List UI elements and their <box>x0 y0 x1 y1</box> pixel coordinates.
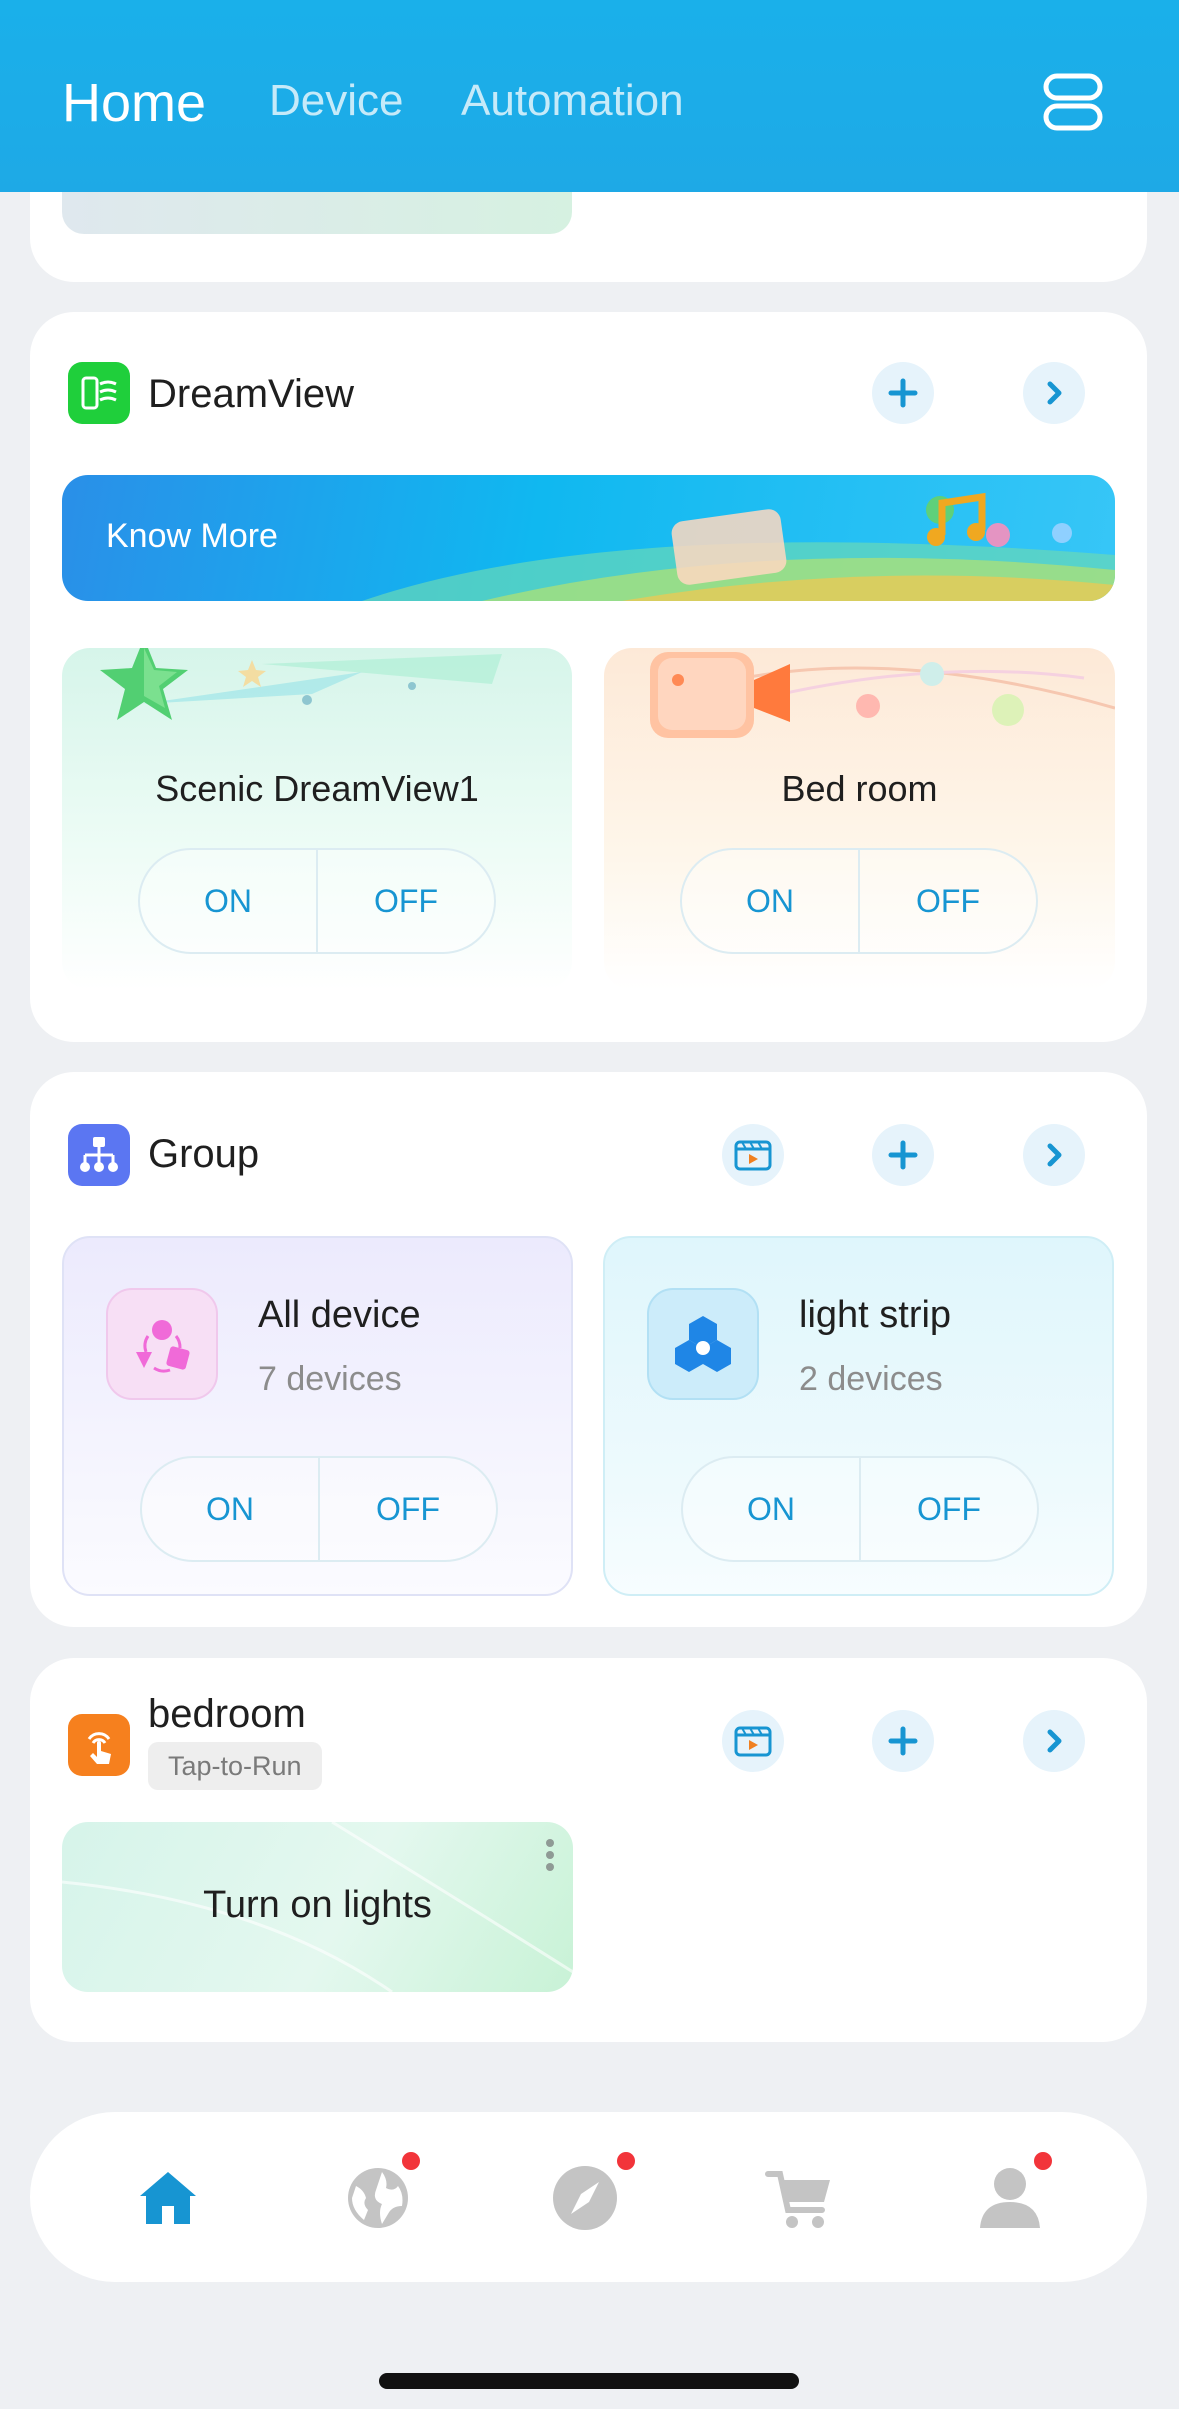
cart-icon[interactable] <box>764 2162 836 2234</box>
compass-icon[interactable] <box>549 2162 621 2234</box>
camera-icon <box>650 652 1115 738</box>
group-title: Group <box>148 1132 260 1176</box>
scene-tile-partial[interactable] <box>62 192 572 234</box>
video-clip-icon <box>734 1140 772 1171</box>
chevron-right-icon <box>1047 1143 1062 1167</box>
tab-automation[interactable]: Automation <box>461 76 684 126</box>
video-clip-icon <box>734 1726 772 1757</box>
layout-toggle-icon[interactable] <box>1041 70 1105 134</box>
notification-dot <box>617 2152 635 2170</box>
notification-dot <box>402 2152 420 2170</box>
scene-name: Turn on lights <box>203 1884 432 1926</box>
profile-icon[interactable] <box>974 2162 1046 2234</box>
add-group-button[interactable] <box>872 1124 934 1186</box>
group-tile[interactable]: All device 7 devices ON OFF <box>62 1236 573 1596</box>
off-button[interactable]: OFF <box>320 1458 496 1560</box>
chevron-right-icon <box>1047 1729 1062 1753</box>
group-name: light strip <box>799 1294 952 1336</box>
group-tile[interactable]: light strip 2 devices ON OFF <box>603 1236 1114 1596</box>
dreamview-tile-name: Bed room <box>781 768 938 809</box>
add-scene-button[interactable] <box>872 1710 934 1772</box>
tap-to-run-badge: Tap-to-Run <box>148 1742 322 1790</box>
banner-label: Know More <box>106 517 278 555</box>
group-video-button[interactable] <box>722 1124 784 1186</box>
tab-device[interactable]: Device <box>269 76 404 126</box>
home-indicator <box>379 2373 799 2389</box>
group-onoff-switch: ON OFF <box>681 1456 1039 1562</box>
group-more-button[interactable] <box>1023 1124 1085 1186</box>
top-header: Home Device Automation <box>0 0 1179 192</box>
scrolled-card <box>30 192 1147 282</box>
add-dreamview-button[interactable] <box>872 362 934 424</box>
group-card: Group All device 7 devices ON OFF light … <box>30 1072 1147 1627</box>
device-count: 7 devices <box>258 1360 402 1398</box>
on-button[interactable]: ON <box>140 850 318 952</box>
on-button[interactable]: ON <box>682 850 860 952</box>
chevron-right-icon <box>1047 381 1062 405</box>
home-icon[interactable] <box>132 2162 204 2234</box>
on-button[interactable]: ON <box>683 1458 861 1560</box>
on-button[interactable]: ON <box>142 1458 320 1560</box>
tap-to-run-icon <box>68 1714 130 1776</box>
off-button[interactable]: OFF <box>860 850 1036 952</box>
all-device-icon <box>106 1288 218 1400</box>
off-button[interactable]: OFF <box>318 850 494 952</box>
plus-icon <box>888 378 918 408</box>
dreamview-card: DreamView Know More Scenic DreamView1 ON… <box>30 312 1147 1042</box>
bedroom-more-button[interactable] <box>1023 1710 1085 1772</box>
tab-home[interactable]: Home <box>62 72 206 134</box>
scene-tile[interactable]: Turn on lights <box>62 1822 573 1992</box>
more-options-icon[interactable] <box>545 1838 555 1872</box>
plus-icon <box>888 1726 918 1756</box>
star-icon <box>100 648 502 720</box>
plus-icon <box>888 1140 918 1170</box>
group-onoff-switch: ON OFF <box>140 1456 498 1562</box>
dreamview-tile[interactable]: Bed room ON OFF <box>604 648 1115 990</box>
dreamview-onoff-switch: ON OFF <box>138 848 496 954</box>
globe-icon[interactable] <box>342 2162 414 2234</box>
notification-dot <box>1034 2152 1052 2170</box>
off-button[interactable]: OFF <box>861 1458 1037 1560</box>
dreamview-more-button[interactable] <box>1023 362 1085 424</box>
light-strip-icon <box>647 1288 759 1400</box>
bedroom-video-button[interactable] <box>722 1710 784 1772</box>
know-more-banner[interactable]: Know More <box>62 475 1115 601</box>
dreamview-tile-name: Scenic DreamView1 <box>155 768 479 809</box>
group-icon <box>68 1124 130 1186</box>
bottom-nav <box>30 2112 1147 2282</box>
dreamview-title: DreamView <box>148 372 354 416</box>
dreamview-onoff-switch: ON OFF <box>680 848 1038 954</box>
dreamview-icon <box>68 362 130 424</box>
device-count: 2 devices <box>799 1360 943 1398</box>
dreamview-tile[interactable]: Scenic DreamView1 ON OFF <box>62 648 572 990</box>
bedroom-card: bedroom Tap-to-Run Turn on lights <box>30 1658 1147 2042</box>
bedroom-title: bedroom <box>148 1692 306 1736</box>
group-name: All device <box>258 1294 421 1336</box>
